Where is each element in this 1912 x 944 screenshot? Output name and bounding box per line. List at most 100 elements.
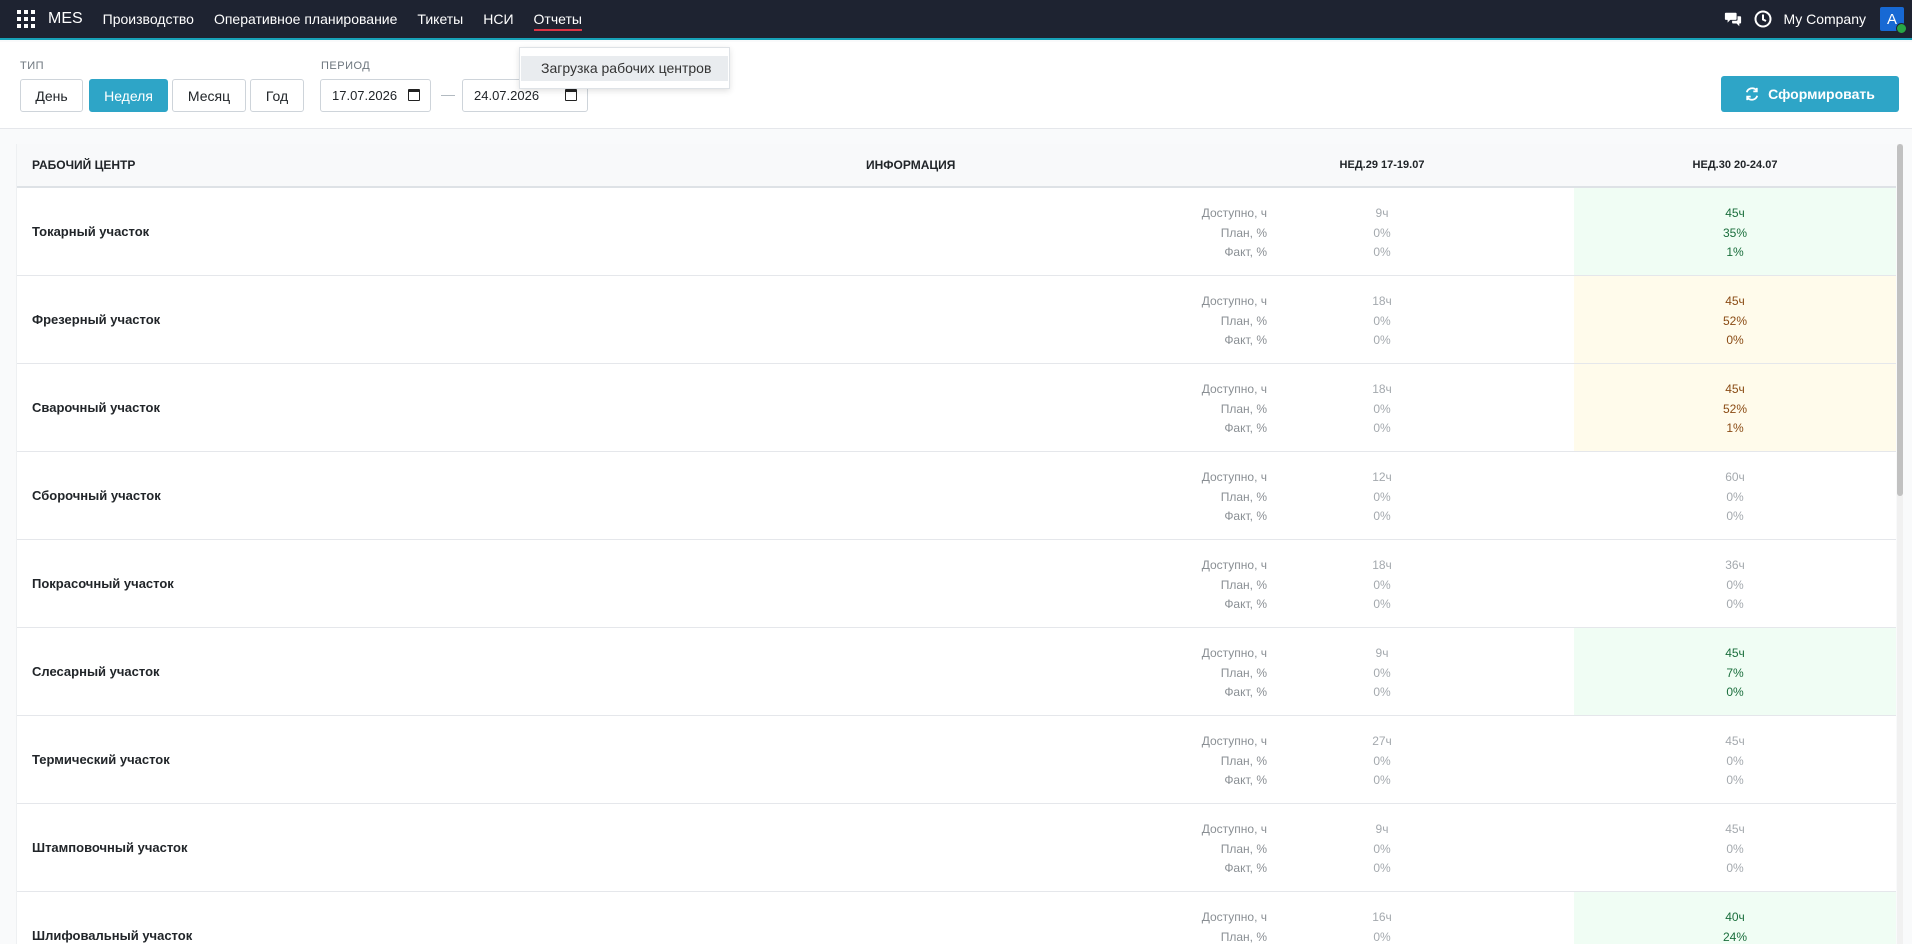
- info-labels: Доступно, ч План, % Факт, %: [1047, 468, 1267, 527]
- week-29-values: 9ч 0% 0%: [1337, 644, 1427, 703]
- refresh-icon: [1746, 87, 1759, 101]
- info-labels: Доступно, ч План, % Факт, %: [1047, 644, 1267, 703]
- week-29-values: 18ч 0% 0%: [1337, 380, 1427, 439]
- info-label: Факт, %: [1224, 773, 1267, 787]
- workcenter-name: Сборочный участок: [32, 488, 161, 503]
- week-29-values: 18ч 0% 0%: [1337, 556, 1427, 615]
- week-29-value: 0%: [1373, 577, 1391, 592]
- workcenter-name: Слесарный участок: [32, 664, 160, 679]
- menu-item-planning[interactable]: Оперативное планирование: [204, 0, 407, 38]
- info-label: Доступно, ч: [1201, 382, 1267, 396]
- type-year-button[interactable]: Год: [250, 79, 304, 112]
- week-29-value: 0%: [1373, 313, 1391, 328]
- info-label: Доступно, ч: [1201, 294, 1267, 308]
- workcenter-name: Фрезерный участок: [32, 312, 161, 327]
- table-row[interactable]: Слесарный участок Доступно, ч План, % Факт,…: [17, 628, 1896, 716]
- type-week-button[interactable]: Неделя: [89, 79, 168, 112]
- company-switcher[interactable]: My Company: [1784, 11, 1866, 27]
- week-29-value: 27ч: [1372, 734, 1392, 748]
- info-label: План, %: [1220, 401, 1267, 416]
- week-30-cell: 45ч 0% 0%: [1574, 804, 1896, 891]
- info-label: Факт, %: [1224, 421, 1267, 435]
- header-week-29: НЕД.29 17-19.07: [1339, 159, 1425, 171]
- app-brand[interactable]: MES: [48, 10, 83, 28]
- info-label: Факт, %: [1224, 245, 1267, 259]
- week-29-value: 0%: [1373, 841, 1391, 856]
- type-month-button[interactable]: Месяц: [172, 79, 246, 112]
- header-workcenter: РАБОЧИЙ ЦЕНТР: [32, 158, 136, 172]
- week-30-cell: 36ч 0% 0%: [1574, 540, 1896, 627]
- table-row[interactable]: Фрезерный участок Доступно, ч План, % Факт,…: [17, 276, 1896, 364]
- week-30-values: 36ч 0% 0%: [1574, 556, 1896, 615]
- info-label: План, %: [1220, 753, 1267, 768]
- week-29-value: 0%: [1373, 421, 1391, 435]
- info-label: План, %: [1220, 489, 1267, 504]
- table-row[interactable]: Сварочный участок Доступно, ч План, % Факт,…: [17, 364, 1896, 452]
- type-day-button[interactable]: День: [20, 79, 83, 112]
- week-30-value: 0%: [1726, 773, 1744, 787]
- week-30-cell: 45ч 52% 1%: [1574, 364, 1896, 451]
- week-30-values: 60ч 0% 0%: [1574, 468, 1896, 527]
- week-30-value: 45ч: [1725, 294, 1745, 308]
- menu-item-nsi[interactable]: НСИ: [473, 0, 523, 38]
- avatar-letter: A: [1886, 10, 1897, 28]
- week-29-value: 9ч: [1375, 646, 1389, 660]
- date-from-input[interactable]: 17.07.2026: [320, 79, 431, 112]
- week-29-value: 18ч: [1372, 558, 1392, 572]
- week-29-value: 0%: [1373, 333, 1391, 347]
- menu-item-production[interactable]: Производство: [93, 0, 204, 38]
- week-30-value: 45ч: [1725, 646, 1745, 660]
- week-30-value: 45ч: [1725, 734, 1745, 748]
- generate-button[interactable]: Сформировать: [1721, 76, 1899, 112]
- week-30-value: 0%: [1726, 577, 1744, 592]
- info-labels: Доступно, ч План, % Факт, %: [1047, 292, 1267, 351]
- info-label: План, %: [1220, 577, 1267, 592]
- week-29-values: 16ч0%0%: [1337, 908, 1427, 944]
- week-29-values: 9ч 0% 0%: [1337, 204, 1427, 263]
- apps-grid-icon[interactable]: [17, 10, 35, 28]
- header-week-30: НЕД.30 20-24.07: [1692, 159, 1778, 171]
- week-30-value: 36ч: [1725, 558, 1745, 572]
- table-row[interactable]: Токарный участок Доступно, ч План, % Факт, …: [17, 188, 1896, 276]
- top-navbar: MES Производство Оперативное планировани…: [0, 0, 1912, 40]
- header-info: ИНФОРМАЦИЯ: [866, 158, 956, 172]
- workcenter-name: Токарный участок: [32, 224, 150, 239]
- week-29-values: 9ч 0% 0%: [1337, 820, 1427, 879]
- calendar-icon[interactable]: [565, 89, 577, 101]
- week-29-value: 0%: [1373, 245, 1391, 259]
- table-row[interactable]: Покрасочный участок Доступно, ч План, % Фак…: [17, 540, 1896, 628]
- table-row[interactable]: Сборочный участок Доступно, ч План, % Факт,…: [17, 452, 1896, 540]
- week-29-value: 18ч: [1372, 382, 1392, 396]
- calendar-icon[interactable]: [408, 89, 420, 101]
- workcenter-name: Штамповочный участок: [32, 840, 188, 855]
- table-row[interactable]: Термический участок Доступно, ч План, % Фак…: [17, 716, 1896, 804]
- week-29-values: 18ч 0% 0%: [1337, 292, 1427, 351]
- week-29-value: 0%: [1373, 401, 1391, 416]
- info-label: План, %: [1220, 225, 1267, 240]
- week-29-value: 0%: [1373, 225, 1391, 240]
- generate-label: Сформировать: [1768, 86, 1875, 102]
- week-30-values: 45ч 52% 0%: [1574, 292, 1896, 351]
- info-label: Факт, %: [1224, 597, 1267, 611]
- date-from-value: 17.07.2026: [332, 88, 398, 103]
- menu-item-tickets[interactable]: Тикеты: [407, 0, 473, 38]
- chat-icon[interactable]: [1724, 10, 1742, 28]
- menu-item-reports[interactable]: Отчеты: [524, 0, 592, 38]
- table-row[interactable]: Шлифовальный участокДоступно, чПлан, %Фа…: [17, 892, 1896, 944]
- week-30-value: 45ч: [1725, 822, 1745, 836]
- table-scrollbar[interactable]: [1897, 144, 1903, 944]
- info-label: Факт, %: [1224, 861, 1267, 875]
- workcenter-name: Покрасочный участок: [32, 576, 174, 591]
- table-row[interactable]: Штамповочный участок Доступно, ч План, % Фа…: [17, 804, 1896, 892]
- user-avatar[interactable]: A: [1880, 7, 1907, 34]
- week-29-value: 16ч: [1372, 910, 1392, 924]
- table-header: РАБОЧИЙ ЦЕНТР ИНФОРМАЦИЯ НЕД.29 17-19.07…: [17, 144, 1896, 188]
- info-labels: Доступно, ч План, % Факт, %: [1047, 732, 1267, 791]
- clock-icon[interactable]: [1754, 10, 1772, 28]
- info-label: Факт, %: [1224, 509, 1267, 523]
- week-30-value: 0%: [1726, 333, 1744, 347]
- week-29-value: 0%: [1373, 665, 1391, 680]
- workcenter-load-table: РАБОЧИЙ ЦЕНТР ИНФОРМАЦИЯ НЕД.29 17-19.07…: [16, 144, 1896, 944]
- scrollbar-thumb[interactable]: [1897, 144, 1903, 496]
- dropdown-item-workcenter-load[interactable]: Загрузка рабочих центров: [521, 56, 728, 81]
